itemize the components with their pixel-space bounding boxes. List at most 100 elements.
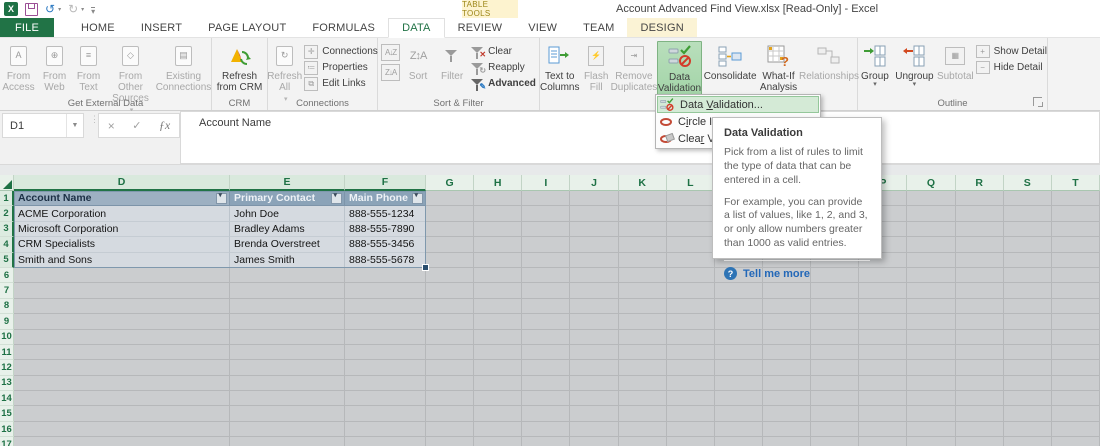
empty-cell[interactable] (14, 406, 230, 422)
empty-cell[interactable] (666, 421, 715, 438)
empty-cell[interactable] (955, 329, 1004, 345)
save-icon[interactable] (25, 2, 38, 16)
empty-cell[interactable] (522, 206, 571, 222)
empty-cell[interactable] (1003, 329, 1052, 345)
empty-cell[interactable] (570, 237, 619, 253)
empty-cell[interactable] (859, 344, 908, 361)
empty-cell[interactable] (570, 437, 619, 446)
empty-cell[interactable] (474, 344, 523, 361)
empty-cell[interactable] (230, 437, 345, 446)
empty-cell[interactable] (811, 344, 860, 361)
empty-cell[interactable] (666, 344, 715, 361)
empty-cell[interactable] (474, 421, 523, 438)
empty-cell[interactable] (570, 206, 619, 222)
empty-cell[interactable] (859, 391, 908, 407)
empty-cell[interactable] (1051, 221, 1100, 238)
table-cell[interactable]: CRM Specialists (14, 237, 230, 253)
empty-cell[interactable] (1003, 298, 1052, 315)
text-to-columns-button[interactable]: Text to Columns (540, 41, 579, 93)
empty-cell[interactable] (14, 375, 230, 392)
empty-cell[interactable] (474, 283, 523, 299)
empty-cell[interactable] (1003, 252, 1052, 268)
empty-cell[interactable] (345, 314, 426, 330)
column-header-R[interactable]: R (955, 175, 1004, 191)
empty-cell[interactable] (1003, 421, 1052, 438)
empty-cell[interactable] (907, 252, 956, 268)
empty-cell[interactable] (474, 375, 523, 392)
empty-cell[interactable] (230, 283, 345, 299)
empty-cell[interactable] (859, 375, 908, 392)
column-header-J[interactable]: J (570, 175, 619, 191)
empty-cell[interactable] (570, 391, 619, 407)
empty-cell[interactable] (666, 375, 715, 392)
row-header-15[interactable]: 15 (0, 406, 14, 422)
table-cell[interactable]: 888-555-5678 (345, 252, 426, 268)
empty-cell[interactable] (345, 421, 426, 438)
empty-cell[interactable] (811, 360, 860, 376)
ungroup-button[interactable]: Ungroup ▾ (894, 41, 935, 88)
table-cell[interactable]: John Doe (230, 206, 345, 222)
row-header-1[interactable]: 1 (0, 191, 14, 207)
empty-cell[interactable] (426, 437, 475, 446)
empty-cell[interactable] (14, 344, 230, 361)
empty-cell[interactable] (230, 314, 345, 330)
empty-cell[interactable] (618, 252, 667, 268)
empty-cell[interactable] (474, 237, 523, 253)
empty-cell[interactable] (426, 252, 475, 268)
empty-cell[interactable] (666, 237, 715, 253)
empty-cell[interactable] (955, 375, 1004, 392)
empty-cell[interactable] (522, 221, 571, 238)
empty-cell[interactable] (811, 375, 860, 392)
tab-insert[interactable]: INSERT (128, 18, 195, 37)
row-header-2[interactable]: 2 (0, 206, 14, 222)
empty-cell[interactable] (345, 391, 426, 407)
column-header-F[interactable]: F (345, 175, 426, 191)
table-header-cell[interactable]: Account Name (14, 191, 230, 207)
empty-cell[interactable] (618, 206, 667, 222)
insert-function-icon[interactable]: ƒx (159, 118, 170, 133)
row-header-12[interactable]: 12 (0, 360, 14, 376)
empty-cell[interactable] (426, 375, 475, 392)
empty-cell[interactable] (618, 375, 667, 392)
empty-cell[interactable] (474, 314, 523, 330)
empty-cell[interactable] (1003, 283, 1052, 299)
empty-cell[interactable] (1051, 375, 1100, 392)
row-header-16[interactable]: 16 (0, 421, 14, 438)
empty-cell[interactable] (1051, 406, 1100, 422)
empty-cell[interactable] (522, 298, 571, 315)
empty-cell[interactable] (1051, 298, 1100, 315)
row-header-6[interactable]: 6 (0, 267, 14, 284)
empty-cell[interactable] (522, 283, 571, 299)
undo-caret-icon[interactable]: ▾ (58, 6, 61, 13)
filter-dropdown-icon[interactable] (331, 191, 342, 204)
empty-cell[interactable] (907, 191, 956, 207)
empty-cell[interactable] (714, 329, 763, 345)
empty-cell[interactable] (714, 421, 763, 438)
empty-cell[interactable] (1003, 360, 1052, 376)
empty-cell[interactable] (955, 437, 1004, 446)
select-all-button[interactable] (0, 175, 14, 191)
empty-cell[interactable] (426, 360, 475, 376)
empty-cell[interactable] (907, 437, 956, 446)
empty-cell[interactable] (907, 237, 956, 253)
formula-input[interactable]: Account Name (180, 111, 1100, 164)
column-header-G[interactable]: G (426, 175, 475, 191)
empty-cell[interactable] (666, 360, 715, 376)
table-cell[interactable]: 888-555-7890 (345, 221, 426, 238)
column-header-T[interactable]: T (1051, 175, 1100, 191)
empty-cell[interactable] (811, 329, 860, 345)
empty-cell[interactable] (1051, 344, 1100, 361)
empty-cell[interactable] (345, 437, 426, 446)
empty-cell[interactable] (570, 329, 619, 345)
empty-cell[interactable] (907, 221, 956, 238)
table-cell[interactable]: James Smith (230, 252, 345, 268)
empty-cell[interactable] (762, 421, 812, 438)
empty-cell[interactable] (14, 314, 230, 330)
empty-cell[interactable] (955, 221, 1004, 238)
empty-cell[interactable] (1051, 252, 1100, 268)
empty-cell[interactable] (230, 344, 345, 361)
consolidate-button[interactable]: Consolidate (704, 41, 757, 82)
empty-cell[interactable] (859, 421, 908, 438)
empty-cell[interactable] (762, 314, 812, 330)
table-cell[interactable]: Brenda Overstreet (230, 237, 345, 253)
